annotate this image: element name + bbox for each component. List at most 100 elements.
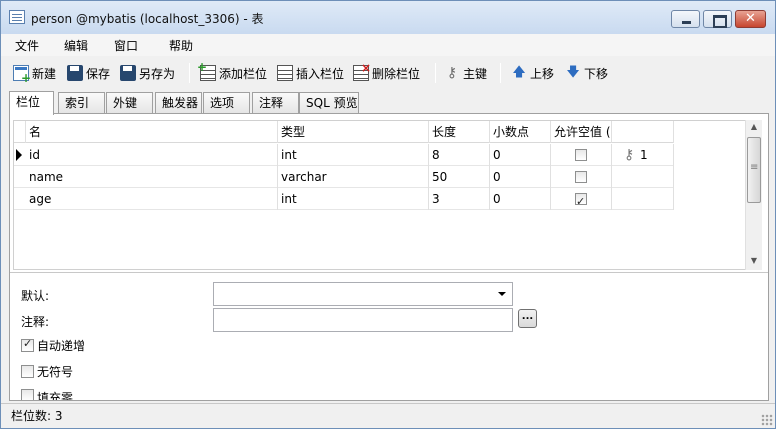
toolbar-separator [435,63,436,83]
grid-vertical-scrollbar[interactable]: ▲ ▼ [745,120,762,270]
field-nullable-cell[interactable] [551,188,612,210]
delete-field-label: 删除栏位 [372,66,421,81]
tab-fields[interactable]: 栏位 [9,91,54,115]
zerofill-checkbox[interactable] [21,389,34,400]
column-header-length[interactable]: 长度 [429,121,490,143]
tab-foreign-keys[interactable]: 外键 [106,92,153,114]
field-key-cell[interactable]: ⚷ 1 [612,144,674,166]
unsigned-label: 无符号 [37,364,74,379]
nullable-checkbox[interactable] [575,191,587,210]
menu-edit[interactable]: 编辑 [64,37,88,54]
insert-field-button[interactable]: 插入栏位 [277,63,344,83]
zerofill-option[interactable]: 填充零 [21,389,73,400]
auto-increment-option[interactable]: 自动递增 [21,337,86,353]
window-title: person @mybatis (localhost_3306) - 表 [31,12,264,26]
move-up-label: 上移 [530,66,555,81]
save-as-button[interactable]: 另存为 [120,63,175,83]
menu-help[interactable]: 帮助 [169,37,193,54]
tab-comments[interactable]: 注释 [252,92,299,114]
key-order: 1 [640,148,648,162]
insert-field-label: 插入栏位 [296,66,345,81]
maximize-icon [704,11,731,28]
menu-file[interactable]: 文件 [15,37,39,54]
table-row[interactable]: id int 8 0 ⚷ 1 [14,144,674,166]
field-nullable-cell[interactable] [551,166,612,188]
resize-grip-icon[interactable] [761,414,773,426]
unsigned-option[interactable]: 无符号 [21,364,74,379]
tab-indexes[interactable]: 索引 [58,92,105,114]
minimize-button[interactable] [671,10,700,28]
minimize-icon [672,11,699,27]
arrow-down-icon: 🡇 [566,65,580,80]
field-length-cell[interactable]: 3 [429,188,490,210]
default-value-select[interactable] [213,282,513,306]
status-bar: 栏位数: 3 [1,403,775,428]
auto-increment-label: 自动递增 [37,338,86,353]
field-type-cell[interactable]: int [278,144,429,166]
move-up-button[interactable]: 🡅 上移 [511,63,554,83]
scroll-thumb[interactable] [747,137,761,203]
column-header-decimals[interactable]: 小数点 [490,121,551,143]
field-length-cell[interactable]: 50 [429,166,490,188]
field-key-cell[interactable] [612,166,674,188]
field-length-cell[interactable]: 8 [429,144,490,166]
scroll-up-icon[interactable]: ▲ [746,120,762,134]
column-header-type[interactable]: 类型 [278,121,429,143]
close-button[interactable]: ✕ [735,10,766,28]
nullable-checkbox[interactable] [575,149,587,161]
insert-field-icon [277,65,293,81]
delete-field-button[interactable]: 删除栏位 [353,61,421,83]
row-indicator-header [14,121,26,143]
table-row[interactable]: age int 3 0 [14,188,674,210]
field-type-cell[interactable]: varchar [278,166,429,188]
tab-sql-preview[interactable]: SQL 预览 [299,92,359,114]
fields-grid: 名 类型 长度 小数点 允许空值 ( id int 8 0 ⚷ 1 name v… [13,120,750,270]
add-field-label: 添加栏位 [219,66,268,81]
field-key-cell[interactable] [612,188,674,210]
column-header-name[interactable]: 名 [26,121,278,143]
scroll-down-icon[interactable]: ▼ [746,254,762,268]
column-header-nullable[interactable]: 允许空值 ( [551,121,612,143]
table-row[interactable]: name varchar 50 0 [14,166,674,188]
save-label: 保存 [86,66,111,81]
field-name-cell[interactable]: name [26,166,278,188]
menu-window[interactable]: 窗口 [114,37,138,54]
column-header-key[interactable] [612,121,674,143]
key-icon: ⚷ [624,147,635,163]
move-down-button[interactable]: 🡇 下移 [565,63,608,83]
tab-triggers[interactable]: 触发器 [155,92,202,114]
field-decimals-cell[interactable]: 0 [490,188,551,210]
title-bar[interactable]: person @mybatis (localhost_3306) - 表 ✕ [1,1,775,34]
tab-options[interactable]: 选项 [203,92,250,114]
auto-increment-checkbox[interactable] [21,337,34,352]
field-nullable-cell[interactable] [551,144,612,166]
new-label: 新建 [32,66,57,81]
comment-label: 注释: [21,315,50,329]
maximize-button[interactable] [703,10,732,28]
add-field-button[interactable]: 添加栏位 [197,60,268,83]
toolbar-separator [189,63,190,83]
field-name-cell[interactable]: age [26,188,278,210]
panel-divider [10,272,768,273]
fields-panel: 名 类型 长度 小数点 允许空值 ( id int 8 0 ⚷ 1 name v… [9,113,769,401]
comment-input[interactable] [213,308,513,332]
table-icon [9,10,25,24]
field-count: 栏位数: 3 [11,409,63,423]
current-row-icon [16,149,22,161]
primary-key-button[interactable]: ⚷ 主键 [444,63,487,83]
save-button[interactable]: 保存 [67,63,110,83]
field-decimals-cell[interactable]: 0 [490,166,551,188]
menu-bar: 文件 编辑 窗口 帮助 [1,34,775,56]
add-field-icon [197,60,216,81]
grid-header: 名 类型 长度 小数点 允许空值 ( [14,121,674,143]
nullable-checkbox[interactable] [575,171,587,183]
unsigned-checkbox[interactable] [21,364,34,378]
field-decimals-cell[interactable]: 0 [490,144,551,166]
field-name-cell[interactable]: id [26,144,278,166]
new-button[interactable]: 新建 [13,63,57,85]
comment-editor-button[interactable]: ... [518,309,537,328]
field-type-cell[interactable]: int [278,188,429,210]
arrow-up-icon: 🡅 [512,65,526,80]
default-label: 默认: [21,289,50,303]
save-as-label: 另存为 [139,66,176,81]
